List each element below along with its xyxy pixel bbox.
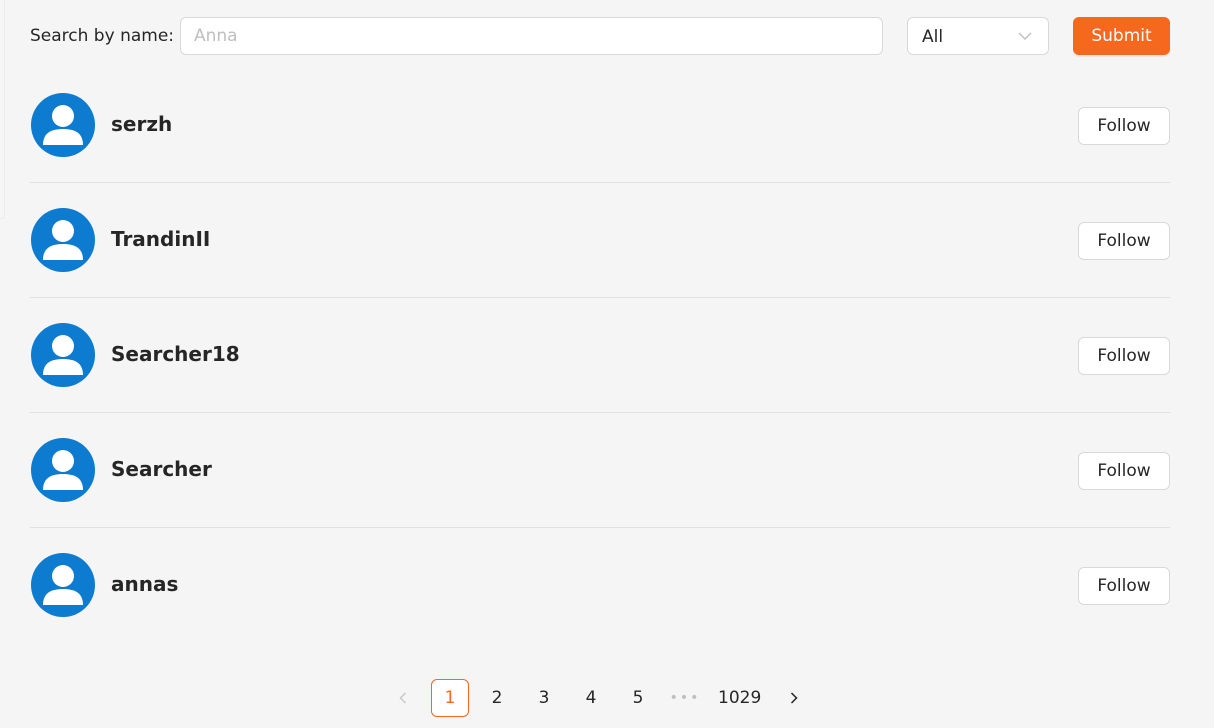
user-avatar-icon [31,208,95,272]
follow-button[interactable]: Follow [1078,337,1170,375]
follow-button[interactable]: Follow [1078,107,1170,145]
follow-button[interactable]: Follow [1078,567,1170,605]
chevron-right-icon [791,692,798,704]
follow-button[interactable]: Follow [1078,452,1170,490]
user-name[interactable]: Searcher [111,457,212,481]
user-name[interactable]: serzh [111,112,172,136]
user-name[interactable]: Searcher18 [111,342,240,366]
list-item: annas Follow [30,528,1170,643]
follow-button[interactable]: Follow [1078,222,1170,260]
chevron-left-icon [399,692,407,704]
pagination-page-4[interactable]: 4 [572,679,610,717]
search-input[interactable] [180,17,883,55]
user-avatar-icon [31,323,95,387]
pagination-page-3[interactable]: 3 [525,679,563,717]
pagination: 1 2 3 4 5 ••• 1029 [384,679,822,717]
user-avatar-icon [31,93,95,157]
user-name[interactable]: annas [111,572,178,596]
list-item: Searcher18 Follow [30,298,1170,413]
search-bar: Search by name: All Submit [30,17,1170,55]
user-avatar-icon [31,553,95,617]
chevron-down-icon [1018,32,1032,40]
user-name[interactable]: TrandinII [111,227,210,251]
pagination-prev-button[interactable] [384,679,422,717]
pagination-ellipsis[interactable]: ••• [666,679,704,717]
side-panel-edge [0,0,5,219]
list-item: Searcher Follow [30,413,1170,528]
pagination-page-1[interactable]: 1 [431,679,469,717]
pagination-page-last[interactable]: 1029 [713,679,766,717]
filter-select-value: All [922,27,944,47]
user-avatar-icon [31,438,95,502]
user-list: serzh Follow TrandinII Follow Searcher18… [30,68,1170,643]
pagination-page-2[interactable]: 2 [478,679,516,717]
user-search-page: Search by name: All Submit serzh Follow [0,0,1214,728]
list-item: TrandinII Follow [30,183,1170,298]
search-label: Search by name: [30,26,175,46]
submit-button[interactable]: Submit [1073,17,1170,55]
filter-select[interactable]: All [907,17,1049,55]
pagination-page-5[interactable]: 5 [619,679,657,717]
pagination-next-button[interactable] [775,679,813,717]
list-item: serzh Follow [30,68,1170,183]
